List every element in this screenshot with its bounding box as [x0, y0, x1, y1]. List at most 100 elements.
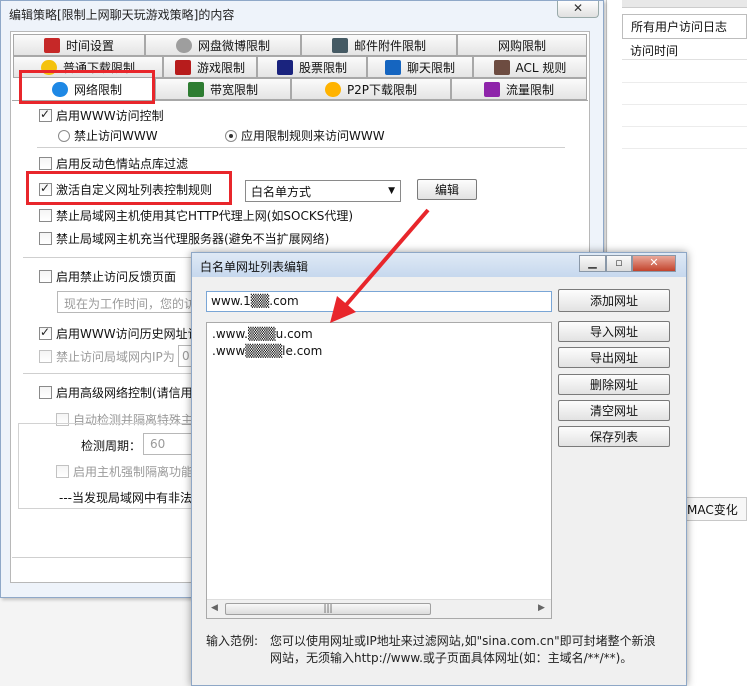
pen-icon: [493, 59, 510, 75]
list-item[interactable]: .www.▒▒▒u.com: [212, 327, 313, 341]
maximize-icon[interactable]: ▫: [606, 255, 632, 272]
tab-all-user-access-log[interactable]: 所有用户访问日志: [622, 14, 747, 38]
radio-forbid-www[interactable]: 禁止访问WWW: [58, 127, 158, 144]
grid-line: [622, 82, 747, 83]
tab-netdisk-weibo[interactable]: 网盘微博限制: [145, 34, 301, 56]
tab-mail-attachment[interactable]: 邮件附件限制: [301, 34, 457, 56]
help-label: 输入范例:: [206, 634, 259, 648]
block-proxy-server-checkbox[interactable]: 禁止局域网主机充当代理服务器(避免不当扩展网络): [39, 230, 329, 247]
dialog-title: 白名单网址列表编辑: [200, 260, 309, 274]
close-button[interactable]: ✕: [557, 1, 599, 18]
bandwidth-icon: [187, 81, 204, 97]
list-item[interactable]: .www▒▒▒▒le.com: [212, 344, 322, 358]
tab-stock[interactable]: 股票限制: [257, 56, 367, 78]
tab-online-shopping[interactable]: 网购限制: [457, 34, 587, 56]
checkbox-checked[interactable]: [39, 107, 52, 122]
tab-label: 邮件附件限制: [353, 38, 426, 53]
tab-label: 时间设置: [65, 38, 114, 53]
block-lan-ip-checkbox[interactable]: 禁止访问局域网内IP为: [39, 348, 175, 365]
scroll-thumb[interactable]: |||: [225, 603, 431, 615]
checkbox[interactable]: [39, 232, 52, 245]
tab-p2p-download[interactable]: P2P下载限制: [291, 78, 451, 100]
window-title: 编辑策略[限制上网聊天玩游戏策略]的内容: [9, 8, 235, 22]
column-header-mac-change[interactable]: MAC变化: [680, 497, 747, 521]
list-mode-select[interactable]: 白名单方式 ▼: [245, 180, 401, 202]
tab-acl-rules[interactable]: ACL 规则: [473, 56, 587, 78]
scroll-right-icon[interactable]: ▶: [538, 603, 545, 613]
tab-traffic[interactable]: 流量限制: [451, 78, 587, 100]
scroll-left-icon[interactable]: ◀: [211, 603, 218, 613]
advanced-network-checkbox[interactable]: 启用高级网络控制(请信用: [39, 384, 193, 401]
anti-porn-filter-checkbox[interactable]: 启用反动色情站点库过滤: [39, 155, 188, 172]
checkbox-label: 禁止访问局域网内IP为: [56, 350, 175, 364]
tab-chat[interactable]: 聊天限制: [367, 56, 473, 78]
delete-url-button[interactable]: 删除网址: [558, 374, 670, 395]
select-value: 白名单方式: [251, 184, 312, 199]
tab-time-settings[interactable]: 时间设置: [13, 34, 145, 56]
url-input[interactable]: www.1▒▒.com: [206, 291, 552, 312]
grid-line: [622, 148, 747, 149]
tab-game[interactable]: 游戏限制: [163, 56, 257, 78]
highlight-box: [26, 171, 232, 205]
cloud-icon: [175, 37, 192, 53]
checkbox-label: 启用WWW访问控制: [56, 109, 164, 123]
tab-label: ACL 规则: [515, 60, 567, 75]
checkbox-label: 启用反动色情站点库过滤: [56, 157, 189, 171]
checkbox[interactable]: [56, 465, 69, 478]
divider: [12, 557, 192, 558]
input-example-help: 输入范例: 您可以使用网址或IP地址来过滤网站,如"sina.com.cn"即可封…: [206, 633, 676, 667]
checkbox[interactable]: [39, 386, 52, 399]
illegal-host-note: ---当发现局域网中有非法: [59, 491, 192, 505]
detect-period-label: 检测周期：: [81, 439, 142, 453]
column-header-access-time[interactable]: 访问时间: [622, 38, 747, 60]
feedback-message-field[interactable]: 现在为工作时间，您的访: [57, 291, 197, 313]
radio-button[interactable]: [58, 129, 70, 142]
background-toolbar-edge: [622, 0, 747, 8]
divider: [37, 147, 565, 148]
feedback-page-checkbox[interactable]: 启用禁止访问反馈页面: [39, 268, 176, 285]
tab-label: 网购限制: [497, 38, 546, 53]
mail-icon: [331, 37, 348, 53]
tab-label: 带宽限制: [209, 82, 258, 97]
tab-label: P2P下载限制: [346, 82, 418, 97]
traffic-chart-icon: [483, 81, 500, 97]
checkbox[interactable]: [39, 350, 52, 363]
chat-icon: [384, 59, 401, 75]
chevron-down-icon: ▼: [388, 186, 395, 196]
clock-icon: [43, 37, 60, 53]
force-isolate-checkbox[interactable]: 启用主机强制隔离功能: [56, 463, 193, 480]
checkbox-label: 启用主机强制隔离功能: [73, 465, 194, 479]
radio-button-selected[interactable]: [225, 129, 237, 142]
radio-label: 禁止访问WWW: [74, 129, 158, 143]
close-icon[interactable]: ✕: [632, 255, 676, 272]
save-list-button[interactable]: 保存列表: [558, 426, 670, 447]
checkbox[interactable]: [39, 157, 52, 170]
www-history-checkbox[interactable]: 启用WWW访问历史网址记: [39, 325, 200, 342]
www-control-checkbox[interactable]: 启用WWW访问控制: [39, 107, 164, 124]
horizontal-scrollbar[interactable]: ◀ ||| ▶: [207, 599, 551, 618]
checkbox-checked[interactable]: [39, 325, 52, 340]
detect-period-field[interactable]: 60: [143, 433, 195, 455]
checkbox[interactable]: [39, 270, 52, 283]
checkbox[interactable]: [39, 209, 52, 222]
edit-button[interactable]: 编辑: [417, 179, 477, 200]
tab-label: 网盘微博限制: [197, 38, 270, 53]
export-url-button[interactable]: 导出网址: [558, 347, 670, 368]
checkbox-label: 启用WWW访问历史网址记: [56, 327, 200, 341]
import-url-button[interactable]: 导入网址: [558, 321, 670, 342]
checkbox-label: 启用禁止访问反馈页面: [56, 270, 177, 284]
p2p-icon: [324, 81, 341, 97]
whitelist-editor-dialog: 白名单网址列表编辑 ▁ ▫ ✕ www.1▒▒.com .www.▒▒▒u.co…: [191, 252, 687, 686]
minimize-icon[interactable]: ▁: [579, 255, 606, 272]
block-http-proxy-checkbox[interactable]: 禁止局域网主机使用其它HTTP代理上网(如SOCKS代理): [39, 207, 353, 224]
radio-label: 应用限制规则来访问WWW: [241, 129, 385, 143]
clear-urls-button[interactable]: 清空网址: [558, 400, 670, 421]
stock-chart-icon: [276, 59, 293, 75]
highlight-box: [19, 70, 155, 104]
tab-label: 股票限制: [298, 60, 347, 75]
add-url-button[interactable]: 添加网址: [558, 289, 670, 312]
tab-label: 聊天限制: [406, 60, 455, 75]
tab-bandwidth[interactable]: 带宽限制: [155, 78, 291, 100]
url-list[interactable]: .www.▒▒▒u.com .www▒▒▒▒le.com ◀ ||| ▶: [206, 322, 552, 619]
radio-apply-rules[interactable]: 应用限制规则来访问WWW: [225, 127, 385, 144]
